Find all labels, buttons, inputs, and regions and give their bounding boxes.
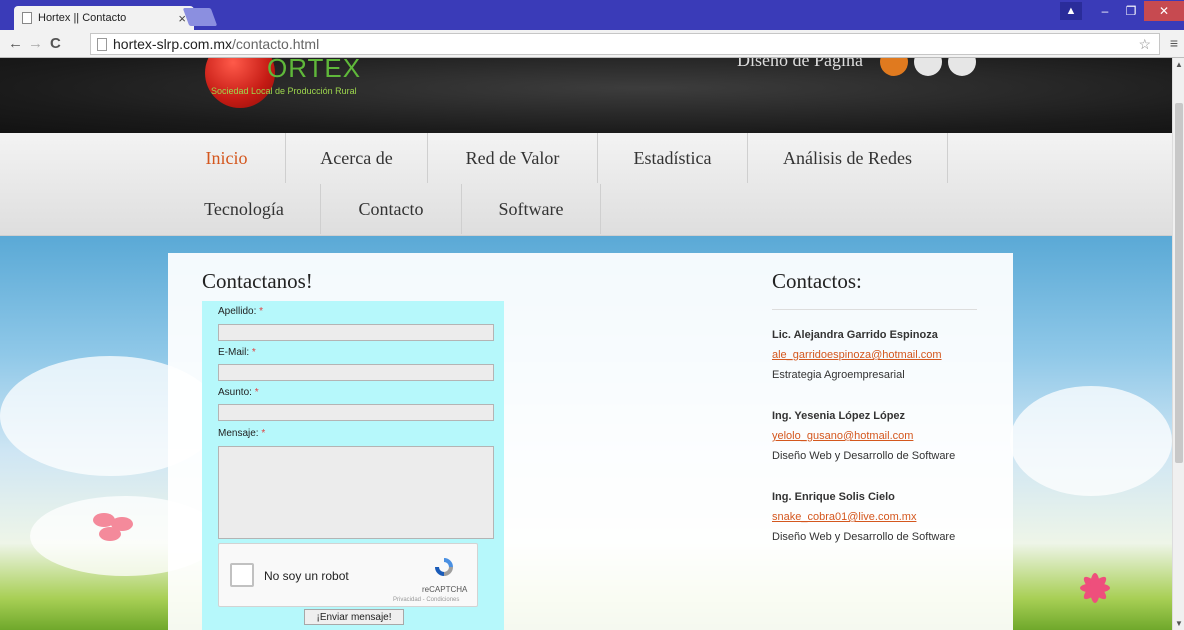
nav-item-inicio[interactable]: Inicio — [168, 133, 286, 183]
contact-card: Lic. Alejandra Garrido Espinoza ale_garr… — [772, 325, 942, 385]
captcha-checkbox[interactable] — [230, 563, 254, 587]
user-icon[interactable]: ▲ — [1060, 2, 1082, 20]
menu-icon[interactable]: ≡ — [1170, 35, 1178, 51]
social-icon-2[interactable] — [914, 58, 942, 76]
contact-role: Diseño Web y Desarrollo de Software — [772, 531, 956, 543]
nav-item-red-de-valor[interactable]: Red de Valor — [428, 133, 598, 183]
submit-button[interactable]: ¡Enviar mensaje! — [304, 609, 404, 625]
contact-role: Diseño Web y Desarrollo de Software — [772, 450, 956, 462]
header-text: Diseño de Página — [737, 58, 863, 70]
contact-card: Ing. Yesenia López López yelolo_gusano@h… — [772, 406, 955, 466]
contact-name: Lic. Alejandra Garrido Espinoza — [772, 329, 938, 341]
address-bar: ← → C hortex-slrp.com.mx/contacto.html ☆… — [0, 30, 1184, 58]
flower-left-icon — [85, 513, 145, 553]
nav-item-analisis-de-redes[interactable]: Análisis de Redes — [748, 133, 948, 183]
nav-item-software[interactable]: Software — [462, 184, 601, 234]
brand-tagline: Sociedad Local de Producción Rural — [211, 86, 357, 96]
field-label-apellido: Apellido: * — [218, 306, 264, 317]
back-icon[interactable]: ← — [8, 35, 23, 52]
contact-email-link[interactable]: yelolo_gusano@hotmail.com — [772, 426, 955, 446]
main-nav: Inicio Acerca de Red de Valor Estadístic… — [0, 133, 1172, 236]
site-header: ORTEX Sociedad Local de Producción Rural… — [0, 58, 1172, 133]
close-window-button[interactable]: ✕ — [1144, 1, 1184, 21]
apellido-input[interactable] — [218, 324, 494, 341]
field-label-email: E-Mail: * — [218, 347, 256, 358]
contacts-divider — [772, 309, 977, 310]
browser-titlebar: Hortex || Contacto × ▲ – ❐ ✕ — [0, 0, 1184, 30]
social-icon-3[interactable] — [948, 58, 976, 76]
nav-item-estadistica[interactable]: Estadística — [598, 133, 748, 183]
tab-title: Hortex || Contacto — [38, 12, 127, 24]
contact-role: Estrategia Agroempresarial — [772, 369, 905, 381]
scroll-up-icon[interactable]: ▲ — [1175, 60, 1183, 69]
reload-icon[interactable]: C — [50, 35, 61, 52]
minimize-button[interactable]: – — [1092, 1, 1118, 21]
asunto-input[interactable] — [218, 404, 494, 421]
site-logo[interactable]: ORTEX Sociedad Local de Producción Rural — [205, 58, 405, 108]
captcha-brand: reCAPTCHA — [422, 585, 468, 594]
recaptcha-logo-icon — [435, 558, 453, 576]
nav-item-contacto[interactable]: Contacto — [321, 184, 462, 234]
scrollbar-thumb[interactable] — [1175, 103, 1183, 463]
form-heading: Contactanos! — [202, 269, 313, 293]
new-tab-button[interactable] — [182, 8, 218, 26]
brand-name: ORTEX — [267, 58, 362, 83]
captcha-links[interactable]: Privacidad - Condiciones — [393, 597, 459, 603]
forward-icon[interactable]: → — [28, 35, 43, 52]
vertical-scrollbar[interactable]: ▲ ▼ — [1172, 58, 1184, 630]
page-info-icon — [97, 37, 107, 51]
bookmark-star-icon[interactable]: ☆ — [1138, 36, 1151, 53]
flower-right-icon — [1060, 553, 1130, 623]
recaptcha-widget: No soy un robot reCAPTCHA Privacidad - C… — [218, 543, 478, 607]
email-input[interactable] — [218, 364, 494, 381]
contact-name: Ing. Enrique Solis Cielo — [772, 491, 895, 503]
contact-name: Ing. Yesenia López López — [772, 410, 906, 422]
contact-email-link[interactable]: snake_cobra01@live.com.mx — [772, 507, 955, 527]
field-label-asunto: Asunto: * — [218, 387, 259, 398]
maximize-button[interactable]: ❐ — [1118, 1, 1144, 21]
url-path: /contacto.html — [232, 36, 320, 52]
content-panel: Contactanos! Apellido: * E-Mail: * Asunt… — [168, 253, 1013, 630]
nav-item-acerca-de[interactable]: Acerca de — [286, 133, 428, 183]
nav-item-tecnologia[interactable]: Tecnología — [168, 184, 321, 234]
cloud — [1010, 386, 1172, 496]
contact-card: Ing. Enrique Solis Cielo snake_cobra01@l… — [772, 487, 955, 547]
social-icon-1[interactable] — [880, 58, 908, 76]
mensaje-textarea[interactable] — [218, 446, 494, 539]
page-icon — [22, 12, 32, 24]
browser-tab[interactable]: Hortex || Contacto × — [14, 6, 194, 30]
captcha-label: No soy un robot — [264, 569, 349, 583]
page-viewport: ORTEX Sociedad Local de Producción Rural… — [0, 58, 1172, 630]
window-controls: ▲ – ❐ ✕ — [1060, 0, 1184, 22]
url-input[interactable]: hortex-slrp.com.mx/contacto.html ☆ — [90, 33, 1160, 55]
url-host: hortex-slrp.com.mx — [113, 36, 233, 52]
tomato-logo-icon — [205, 58, 275, 108]
contacts-heading: Contactos: — [772, 269, 862, 293]
field-label-mensaje: Mensaje: * — [218, 428, 266, 439]
contact-form: Apellido: * E-Mail: * Asunto: * Mensaje:… — [202, 301, 504, 630]
contact-email-link[interactable]: ale_garridoespinoza@hotmail.com — [772, 345, 942, 365]
scroll-down-icon[interactable]: ▼ — [1175, 619, 1183, 628]
